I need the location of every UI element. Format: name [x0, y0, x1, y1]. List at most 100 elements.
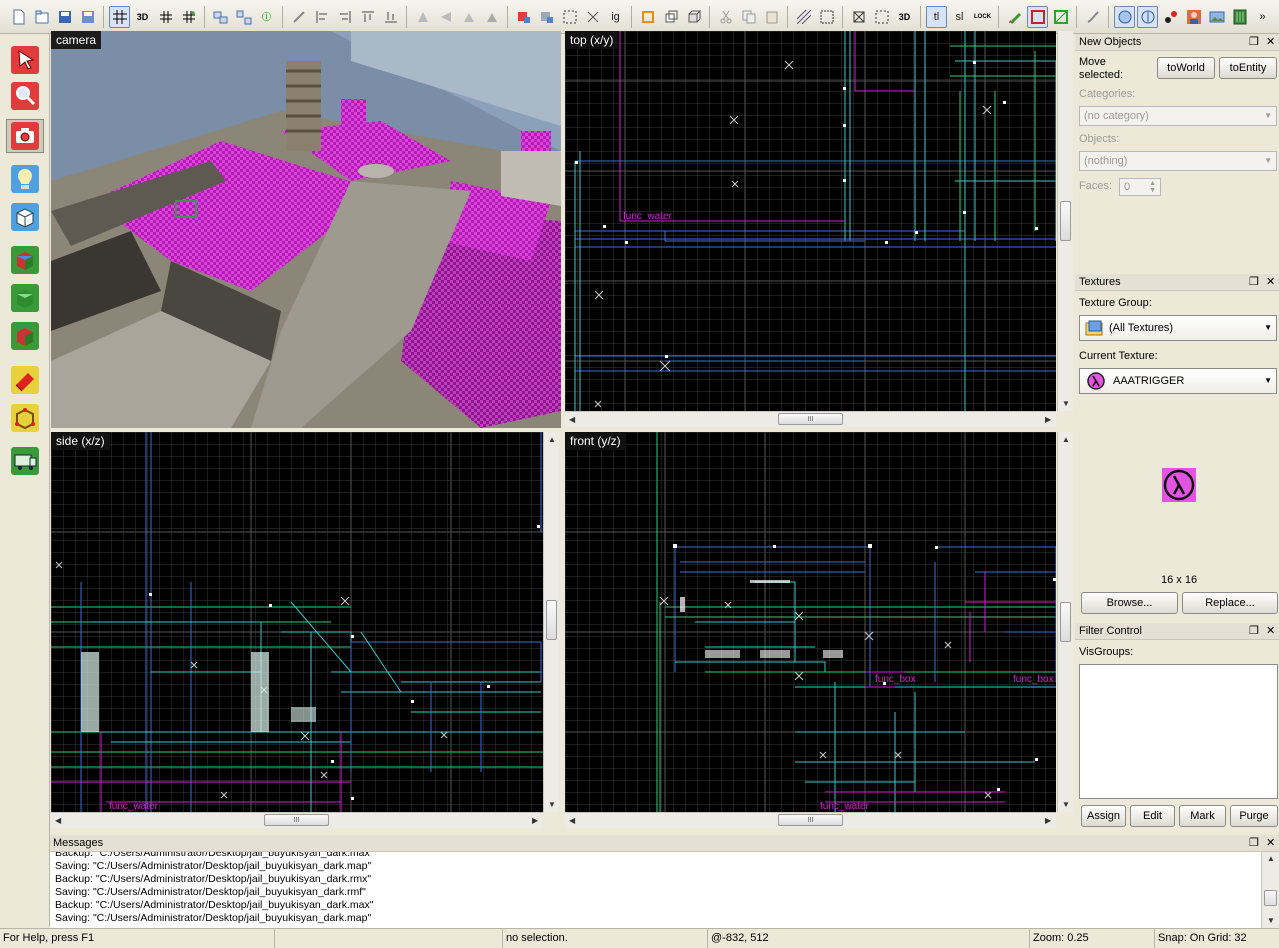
top-horizontal-scrollbar[interactable]: ◀ III ▶ — [565, 411, 1056, 427]
compass-icon[interactable] — [1137, 5, 1158, 28]
spin-arrows-icon[interactable]: ▲ ▼ — [1149, 180, 1156, 194]
camera-tool-icon[interactable] — [6, 119, 44, 153]
3d-view-icon[interactable]: 3D — [894, 6, 915, 28]
selection-box-icon[interactable] — [816, 6, 837, 28]
assign-button[interactable]: Assign — [1081, 805, 1126, 827]
close-icon[interactable]: ✕ — [1266, 624, 1275, 637]
to-world-button[interactable]: toWorld — [1157, 57, 1215, 79]
vertex-tool-icon[interactable] — [6, 401, 44, 435]
restore-icon[interactable]: ❐ — [1249, 836, 1259, 849]
magnify-tool-icon[interactable] — [6, 79, 44, 113]
front-vertical-scrollbar[interactable]: ▲ ▼ — [1057, 432, 1073, 812]
dashed-box-icon[interactable] — [871, 6, 892, 28]
messages-log[interactable]: Backup: "C:/Users/Administrator/Desktop/… — [50, 852, 1261, 928]
more-tools-icon[interactable]: » — [1252, 6, 1273, 28]
restore-icon[interactable]: ❐ — [1249, 35, 1259, 48]
larger-grid-icon[interactable] — [178, 6, 199, 28]
restore-icon[interactable]: ❐ — [1249, 624, 1259, 637]
scroll-up-arrow[interactable]: ▲ — [1267, 854, 1275, 863]
scale-lock-toggle[interactable]: sl — [949, 6, 970, 28]
side-viewport[interactable]: func_water side (x/z) — [51, 432, 543, 812]
block-tool-icon[interactable] — [6, 200, 44, 234]
align-left-icon[interactable] — [311, 6, 332, 28]
paint-icon[interactable] — [1082, 6, 1103, 28]
top-viewport[interactable]: func_water top (x/y) — [565, 31, 1056, 411]
purge-button[interactable]: Purge — [1230, 805, 1278, 827]
cube-icon[interactable] — [683, 6, 704, 28]
close-icon[interactable]: ✕ — [1266, 35, 1275, 48]
side-hscroll-thumb[interactable]: III — [264, 814, 329, 826]
scroll-down-arrow[interactable]: ▼ — [1062, 399, 1070, 408]
selection-tool-icon[interactable] — [6, 43, 44, 77]
entity-points-icon[interactable] — [1160, 6, 1181, 28]
hollow-icon[interactable] — [637, 6, 658, 28]
close-icon[interactable]: ✕ — [1266, 836, 1275, 849]
flip-horizontal-icon[interactable] — [435, 6, 456, 28]
new-file-icon[interactable] — [8, 6, 29, 28]
mark-button[interactable]: Mark — [1179, 805, 1226, 827]
top-vscroll-thumb[interactable] — [1060, 201, 1071, 241]
front-vscroll-thumb[interactable] — [1060, 602, 1071, 642]
scroll-left-arrow[interactable]: ◀ — [569, 816, 575, 825]
faces-spinner[interactable]: 0 ▲ ▼ — [1119, 178, 1161, 196]
copy-icon[interactable] — [738, 6, 759, 28]
user-icon[interactable] — [1183, 6, 1204, 28]
top-hscroll-thumb[interactable]: III — [778, 413, 843, 425]
transform-icon[interactable] — [582, 6, 603, 28]
lock-icon[interactable]: LOCK — [972, 6, 993, 28]
crosshair-icon[interactable] — [848, 6, 869, 28]
flip-vertical-icon[interactable] — [412, 6, 433, 28]
3d-grid-icon[interactable]: 3D — [132, 6, 153, 28]
top-vertical-scrollbar[interactable]: ▼ — [1057, 31, 1073, 411]
scroll-up-arrow[interactable]: ▲ — [1062, 435, 1070, 444]
ungroup-icon[interactable] — [233, 6, 254, 28]
side-vertical-scrollbar[interactable]: ▲ ▼ — [543, 432, 559, 812]
texture-application-tool-icon[interactable] — [6, 243, 44, 277]
ignore-groups-icon[interactable]: ig — [605, 6, 626, 28]
draw-green-icon[interactable] — [1050, 6, 1071, 28]
close-icon[interactable]: ✕ — [1266, 275, 1275, 288]
current-texture-dropdown[interactable]: AAATRIGGER ▼ — [1079, 368, 1277, 394]
paste-icon[interactable] — [761, 6, 782, 28]
check-problems-icon[interactable] — [513, 6, 534, 28]
front-hscroll-thumb[interactable]: III — [778, 814, 843, 826]
decal-tool-icon[interactable] — [6, 319, 44, 353]
map-properties-icon[interactable] — [536, 6, 557, 28]
objects-dropdown[interactable]: (nothing) ▼ — [1079, 151, 1277, 171]
messages-scrollbar[interactable]: ▲ ▼ — [1261, 852, 1279, 928]
entity-help-icon[interactable]: ⓘ — [256, 6, 277, 28]
run-map-icon[interactable] — [1229, 6, 1250, 28]
grid-toggle-icon[interactable] — [109, 5, 130, 28]
path-tool-icon[interactable] — [6, 444, 44, 478]
rotate-right-icon[interactable] — [481, 6, 502, 28]
edit-button[interactable]: Edit — [1130, 805, 1175, 827]
clipping-tool-icon[interactable] — [6, 363, 44, 397]
browse-button[interactable]: Browse... — [1081, 592, 1178, 614]
group-icon[interactable] — [210, 6, 231, 28]
camera-viewport[interactable]: camera — [51, 31, 561, 428]
align-right-icon[interactable] — [334, 6, 355, 28]
align-bottom-icon[interactable] — [380, 6, 401, 28]
scroll-up-arrow[interactable]: ▲ — [548, 435, 556, 444]
save-icon[interactable] — [54, 6, 75, 28]
smaller-grid-icon[interactable] — [155, 6, 176, 28]
save-as-icon[interactable] — [77, 6, 98, 28]
scroll-down-arrow[interactable]: ▼ — [1062, 800, 1070, 809]
rotate-left-icon[interactable] — [458, 6, 479, 28]
texture-lock-icon[interactable] — [793, 6, 814, 28]
scroll-left-arrow[interactable]: ◀ — [55, 816, 61, 825]
apply-current-texture-tool-icon[interactable] — [6, 281, 44, 315]
edit-icon[interactable] — [1004, 6, 1025, 28]
clone-icon[interactable] — [660, 6, 681, 28]
categories-dropdown[interactable]: (no category) ▼ — [1079, 106, 1277, 126]
sphere-icon[interactable] — [1114, 5, 1135, 28]
messages-scroll-thumb[interactable] — [1264, 890, 1277, 906]
open-file-icon[interactable] — [31, 6, 52, 28]
to-entity-button[interactable]: toEntity — [1219, 57, 1277, 79]
draw-box-icon[interactable] — [1027, 5, 1048, 28]
scroll-down-arrow[interactable]: ▼ — [1267, 916, 1275, 925]
image-icon[interactable] — [1206, 6, 1227, 28]
texture-lock-toggle[interactable]: tl — [926, 5, 947, 28]
carve-icon[interactable] — [288, 6, 309, 28]
replace-button[interactable]: Replace... — [1182, 592, 1278, 614]
